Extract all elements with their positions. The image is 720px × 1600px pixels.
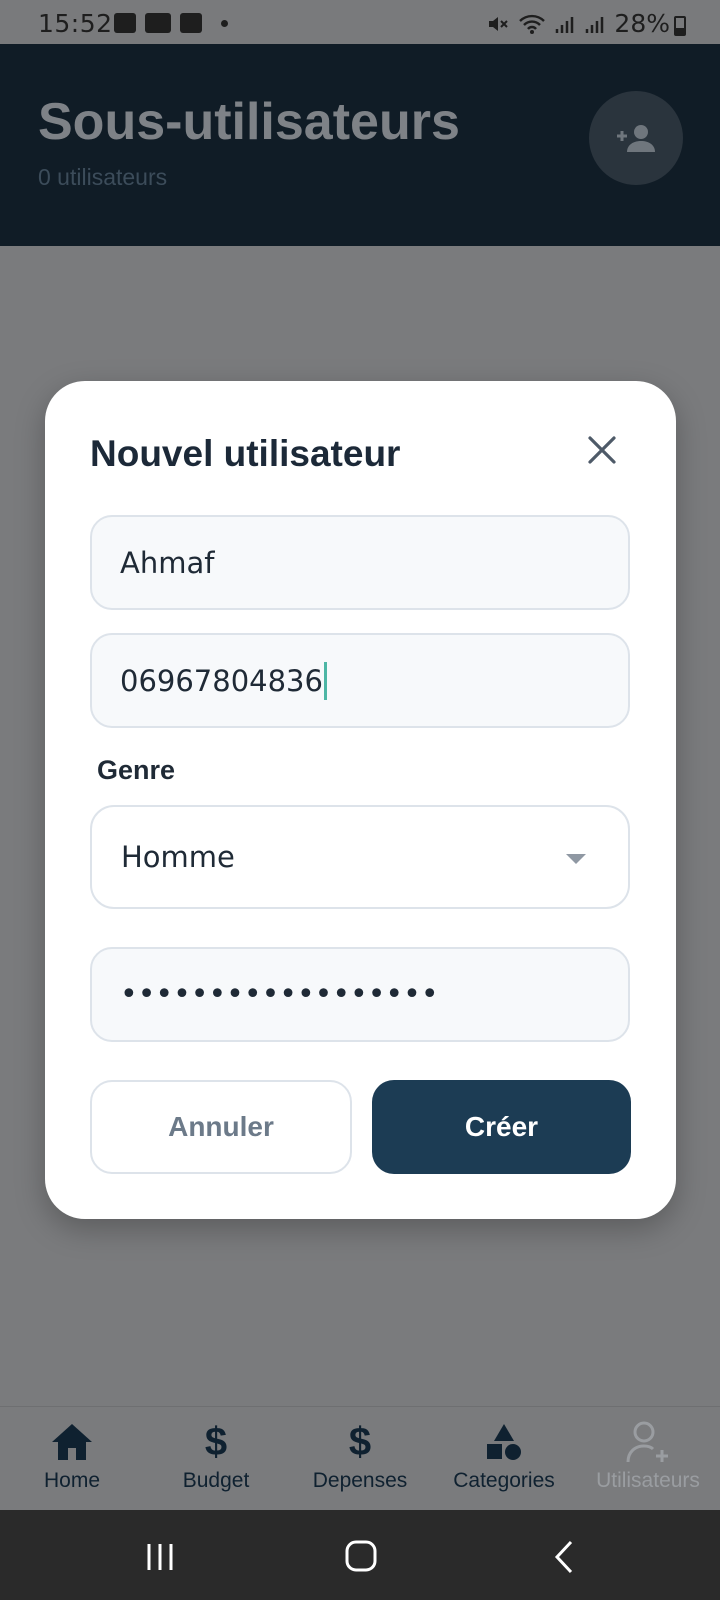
genre-label: Genre [97, 755, 176, 785]
nav-item-budget[interactable]: $ Budget [144, 1407, 288, 1510]
system-icons: 28% [486, 9, 670, 38]
battery-percent: 28% [614, 9, 670, 38]
home-button-icon[interactable] [345, 1540, 377, 1572]
dialog-title: Nouvel utilisateur [90, 433, 401, 474]
cancel-button[interactable]: Annuler [90, 1080, 352, 1174]
new-user-dialog: Nouvel utilisateur Ahmaf 06967804836 Gen… [45, 381, 676, 1219]
text-cursor [323, 661, 327, 700]
person-add-icon [617, 125, 655, 152]
gallery-icon [114, 13, 136, 33]
dot-icon [221, 19, 228, 27]
close-icon [588, 436, 616, 464]
nav-item-categories[interactable]: Categories [432, 1407, 576, 1510]
app-header: Sous-utilisateurs 0 utilisateurs [0, 44, 720, 246]
nav-item-home[interactable]: Home [0, 1407, 144, 1510]
person-add-outline-icon [625, 1419, 671, 1465]
dollar-icon: $ [204, 1419, 228, 1464]
phone-value: 06967804836 [120, 663, 323, 698]
close-button[interactable] [585, 433, 619, 467]
create-button[interactable]: Créer [372, 1080, 631, 1174]
dropdown-arrow-icon [566, 854, 586, 864]
name-value: Ahmaf [120, 545, 215, 580]
youtube-icon [145, 13, 171, 33]
nav-label: Home [43, 1469, 101, 1492]
recent-apps-icon[interactable] [145, 1542, 175, 1572]
nav-label: Budget [182, 1469, 250, 1492]
mute-icon [489, 16, 509, 31]
signal-icon [556, 16, 574, 33]
nav-label: Utilisateurs [596, 1469, 700, 1492]
battery-icon [674, 16, 686, 36]
wifi-icon [519, 14, 546, 34]
shapes-icon [481, 1419, 527, 1465]
phone-input[interactable]: 06967804836 [90, 633, 630, 728]
check-icon [180, 13, 202, 33]
status-time: 15:52 [38, 9, 113, 38]
nav-item-utilisateurs[interactable]: Utilisateurs [576, 1407, 720, 1510]
home-icon [49, 1419, 95, 1465]
back-icon[interactable] [553, 1540, 575, 1574]
notification-icons [114, 13, 228, 33]
signal-icon [586, 16, 604, 33]
add-user-button[interactable] [589, 91, 683, 185]
user-count: 0 utilisateurs [38, 164, 168, 190]
password-input[interactable]: •••••••••••••••••• [90, 947, 630, 1042]
genre-value: Homme [121, 840, 235, 874]
nav-label: Categories [453, 1469, 555, 1492]
nav-label: Depenses [312, 1469, 408, 1492]
nav-item-depenses[interactable]: $ Depenses [288, 1407, 432, 1510]
page-title: Sous-utilisateurs [38, 93, 460, 151]
dollar-icon: $ [348, 1419, 372, 1464]
status-bar: 15:52 28% [0, 0, 720, 44]
name-input[interactable]: Ahmaf [90, 515, 630, 610]
system-navigation-bar [0, 1510, 720, 1600]
password-value: •••••••••••••••••• [120, 977, 439, 1012]
bottom-nav: Home $ Budget $ Depenses Categories Util… [0, 1406, 720, 1510]
genre-select[interactable]: Homme [90, 805, 630, 909]
